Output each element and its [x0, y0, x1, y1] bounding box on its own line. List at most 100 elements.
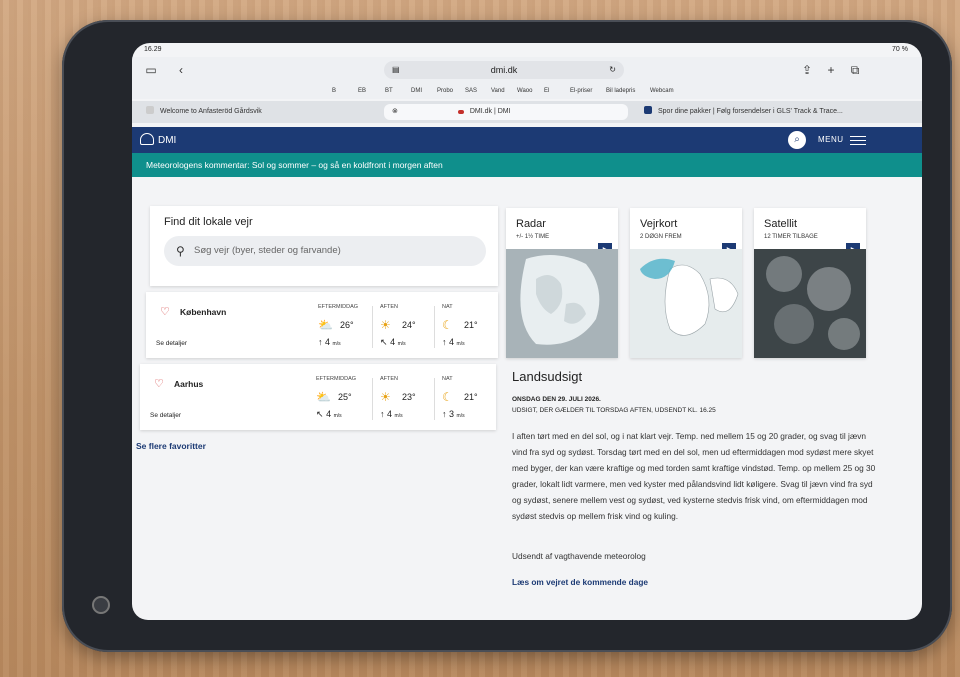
forecast-heading: Landsudsigt — [512, 369, 583, 384]
slot-label: AFTEN — [380, 376, 399, 382]
find-weather-card: Find dit lokale vejr ⚲ Søg vejr (byer, s… — [150, 206, 498, 286]
bookmarks-bar: B EB BT DMI Probo SAS Vand Waoo El El-pr… — [132, 85, 922, 99]
more-favorites-link[interactable]: Se flere favoritter — [136, 441, 206, 451]
meteorologist-banner[interactable]: Meteorologens kommentar: Sol og sommer –… — [132, 153, 922, 177]
slot-temp: 21° — [464, 392, 478, 402]
tab-title: Spor dine pakker | Følg forsendelser i G… — [658, 108, 843, 115]
new-tab-icon[interactable]: + — [822, 62, 840, 78]
moon-icon: ☾ — [442, 318, 453, 332]
slot-divider — [372, 306, 373, 348]
slot-wind: ↖ 4 m/s — [380, 337, 406, 347]
details-link[interactable]: Se detaljer — [150, 412, 181, 419]
bookmark[interactable]: Webcam — [650, 88, 674, 94]
favicon-icon — [457, 110, 464, 114]
search-icon[interactable]: ⌕ — [788, 131, 806, 149]
reload-icon[interactable]: ↻ — [609, 61, 616, 79]
camera-icon — [92, 596, 110, 614]
slot-wind: ↖ 4 m/s — [316, 409, 342, 419]
weather-search-input[interactable]: ⚲ Søg vejr (byer, steder og farvande) — [164, 236, 486, 266]
forecast-sender: Udsendt af vagthavende meteorolog — [512, 551, 646, 561]
bookmark[interactable]: Probo — [437, 88, 453, 94]
favicon-icon — [146, 106, 154, 114]
close-tab-icon[interactable]: ⊗ — [392, 108, 398, 115]
slot-label: EFTERMIDDAG — [316, 376, 357, 382]
bookmark[interactable]: BT — [385, 88, 393, 94]
radar-tile[interactable]: Radar +/- 1½ TIME ▶ — [506, 208, 618, 358]
forecast-date: ONSDAG DEN 29. JULI 2026. — [512, 396, 601, 403]
slot-wind: ↑ 3 m/s — [442, 409, 465, 419]
slot-label: AFTEN — [380, 304, 399, 310]
slot-temp: 24° — [402, 320, 416, 330]
browser-tab-active[interactable]: ⊗ DMI.dk | DMI — [384, 104, 628, 120]
tile-subtitle: +/- 1½ TIME — [516, 234, 550, 240]
satellite-image — [754, 249, 866, 358]
share-icon[interactable]: ⇪ — [798, 62, 816, 78]
tile-subtitle: 12 TIMER TILBAGE — [764, 234, 818, 240]
browser-tab[interactable]: Spor dine pakker | Følg forsendelser i G… — [636, 104, 876, 120]
status-bar: 16.29 70 % — [132, 43, 922, 57]
weather-map-tile[interactable]: Vejrkort 2 DØGN FREM ▶ — [630, 208, 742, 358]
find-weather-title: Find dit lokale vejr — [164, 216, 253, 228]
forecast-slot: AFTEN ☀ 24° ↖ 4 m/s — [380, 304, 436, 352]
coming-days-link[interactable]: Læs om vejret de kommende dage — [512, 577, 648, 587]
favorite-city: Aarhus — [174, 379, 204, 389]
slot-temp: 25° — [338, 392, 352, 402]
slot-divider — [434, 378, 435, 420]
search-icon: ⚲ — [176, 244, 185, 258]
bookmark[interactable]: DMI — [411, 88, 422, 94]
slot-divider — [434, 306, 435, 348]
favorite-card-kobenhavn[interactable]: ♡ København Se detaljer EFTERMIDDAG ⛅ 26… — [146, 292, 498, 358]
favorite-card-aarhus[interactable]: ♡ Aarhus Se detaljer EFTERMIDDAG ⛅ 25° ↖… — [140, 364, 496, 430]
tile-subtitle: 2 DØGN FREM — [640, 234, 682, 240]
slot-label: NAT — [442, 304, 453, 310]
browser-tab[interactable]: Welcome to Anfasteröd Gårdsvik — [138, 104, 378, 120]
slot-temp: 23° — [402, 392, 416, 402]
back-icon[interactable]: ‹ — [172, 62, 190, 78]
satellite-tile[interactable]: Satellit 12 TIMER TILBAGE ▶ — [754, 208, 866, 358]
bookmark[interactable]: Bil ladepris — [606, 88, 635, 94]
partly-cloudy-icon: ⛅ — [318, 318, 333, 332]
menu-label[interactable]: MENU — [818, 135, 844, 144]
bookmark[interactable]: SAS — [465, 88, 477, 94]
tile-title: Satellit — [764, 218, 798, 230]
bookmark[interactable]: El — [544, 88, 549, 94]
tablet-screen: 16.29 70 % ▭ ‹ ▤ dmi.dk ↻ ⇪ + ⧉ B EB BT … — [132, 43, 922, 620]
slot-label: EFTERMIDDAG — [318, 304, 359, 310]
forecast-body: I aften tørt med en del sol, og i nat kl… — [512, 431, 876, 521]
search-placeholder: Søg vejr (byer, steder og farvande) — [194, 245, 341, 256]
battery-indicator: 70 % — [892, 46, 908, 53]
bookmark[interactable]: El-priser — [570, 88, 592, 94]
heart-icon[interactable]: ♡ — [160, 305, 170, 318]
details-link[interactable]: Se detaljer — [156, 340, 187, 347]
sidebar-icon[interactable]: ▭ — [142, 62, 160, 78]
moon-icon: ☾ — [442, 390, 453, 404]
slot-divider — [372, 378, 373, 420]
logo-text: DMI — [158, 135, 177, 146]
favorite-city: København — [180, 307, 227, 317]
forecast-slot: EFTERMIDDAG ⛅ 26° ↑ 4 m/s — [318, 304, 374, 352]
hamburger-icon[interactable] — [850, 136, 866, 145]
slot-wind: ↑ 4 m/s — [442, 337, 465, 347]
dmi-logo[interactable]: DMI — [140, 133, 176, 146]
weather-map — [630, 249, 742, 358]
status-time: 16.29 — [144, 46, 162, 53]
sun-icon: ☀ — [380, 318, 391, 332]
bookmark[interactable]: Waoo — [517, 88, 532, 94]
bookmark[interactable]: Vand — [491, 88, 505, 94]
reader-icon[interactable]: ▤ — [392, 61, 400, 79]
address-bar[interactable]: ▤ dmi.dk ↻ — [384, 61, 624, 79]
slot-temp: 26° — [340, 320, 354, 330]
bookmark[interactable]: EB — [358, 88, 366, 94]
tab-strip: Welcome to Anfasteröd Gårdsvik ⊗ DMI.dk |… — [132, 101, 922, 123]
tab-title: Welcome to Anfasteröd Gårdsvik — [160, 108, 262, 115]
sun-icon: ☀ — [380, 390, 391, 404]
crown-icon — [140, 133, 154, 145]
bookmark[interactable]: B — [332, 88, 336, 94]
heart-icon[interactable]: ♡ — [154, 377, 164, 390]
favicon-icon — [644, 106, 652, 114]
slot-wind: ↑ 4 m/s — [318, 337, 341, 347]
partly-cloudy-icon: ⛅ — [316, 390, 331, 404]
slot-wind: ↑ 4 m/s — [380, 409, 403, 419]
dmi-header: DMI ⌕ MENU — [132, 127, 922, 153]
tabs-overview-icon[interactable]: ⧉ — [846, 62, 864, 78]
